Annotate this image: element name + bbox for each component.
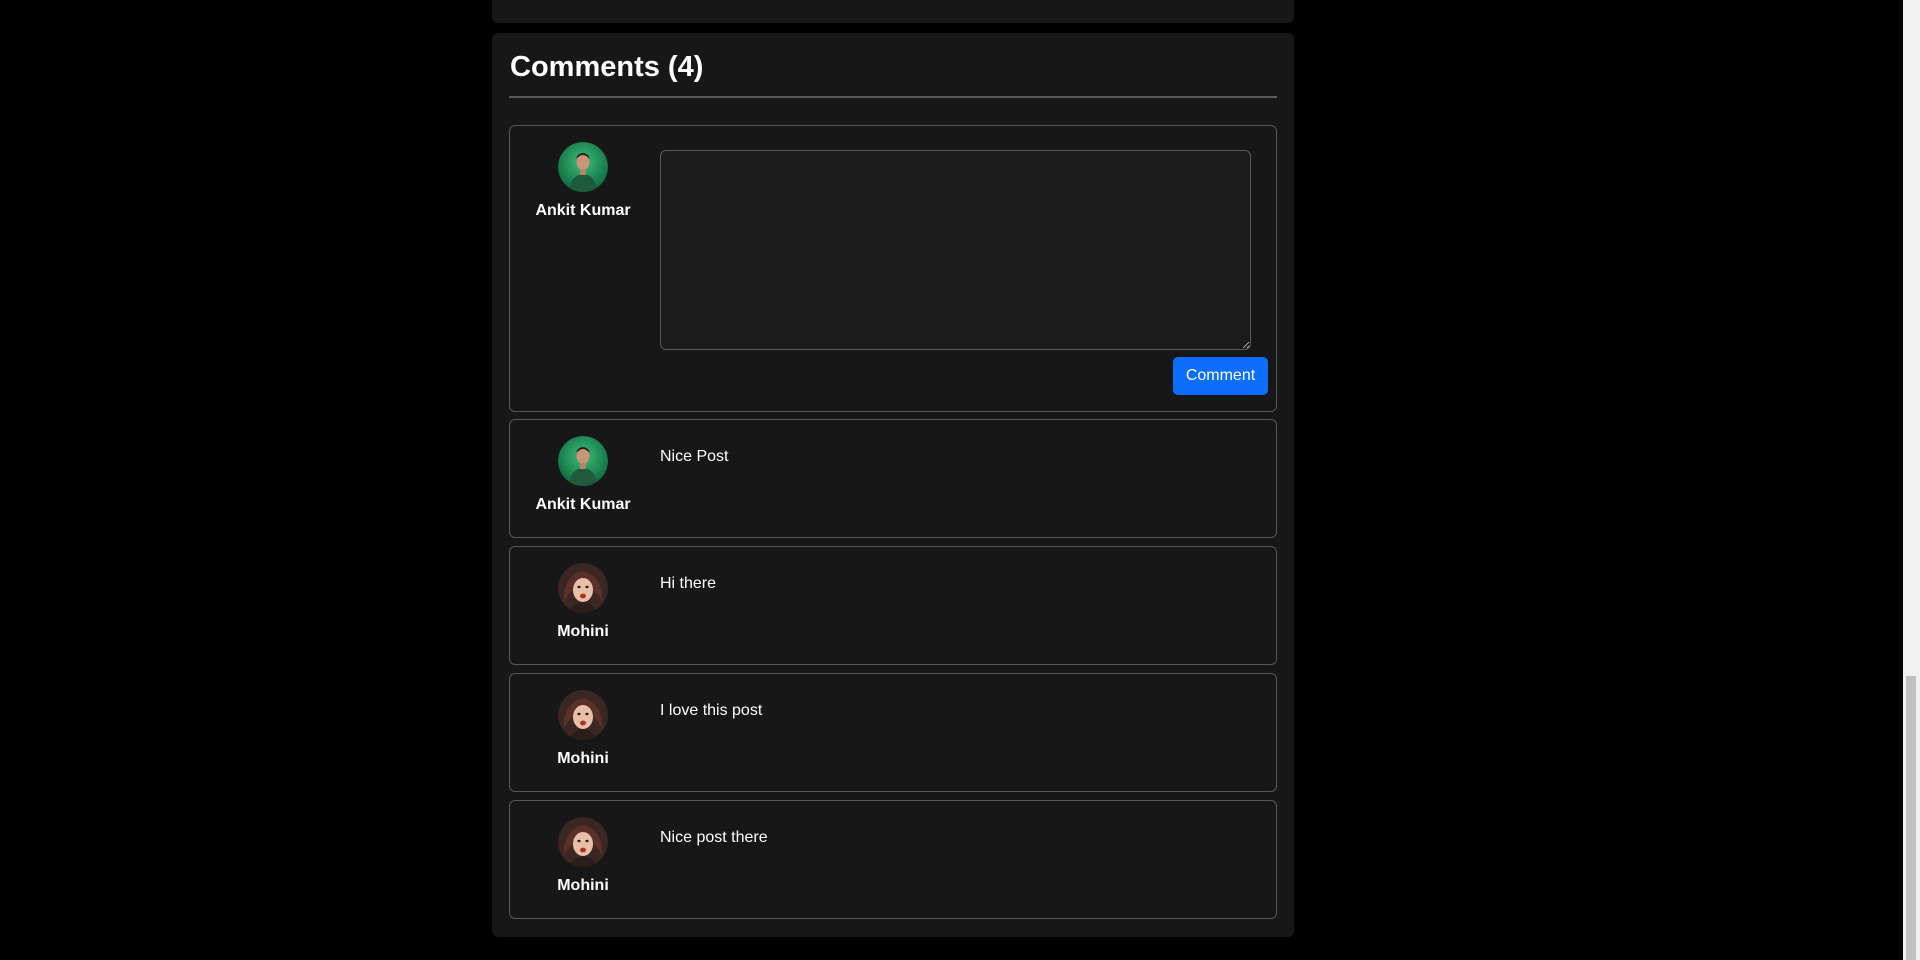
comment-textarea[interactable] <box>660 150 1251 350</box>
comment-author: Mohini <box>527 690 639 769</box>
comment-author: Ankit Kumar <box>527 436 639 515</box>
comment-item: Ankit Kumar Nice Post <box>509 419 1277 538</box>
comment-text: Nice Post <box>660 448 729 465</box>
scrollbar-thumb[interactable] <box>1906 676 1916 960</box>
avatar-mohini-icon <box>558 563 608 613</box>
comment-text: I love this post <box>660 702 763 719</box>
new-comment-form: Ankit Kumar Comment <box>509 125 1277 412</box>
author-name: Mohini <box>557 750 609 767</box>
comment-author: Mohini <box>527 817 639 896</box>
avatar-mohini-icon <box>558 817 608 867</box>
comment-item: Mohini I love this post <box>509 673 1277 792</box>
author-name: Ankit Kumar <box>535 202 631 219</box>
comment-item: Mohini Nice post there <box>509 800 1277 919</box>
avatar-ankit-icon <box>558 142 608 192</box>
author-name: Mohini <box>557 877 609 894</box>
page: Comments (4) Ankit Kumar Comment Ankit K… <box>0 0 1920 960</box>
comment-author: Ankit Kumar <box>527 142 639 221</box>
author-name: Ankit Kumar <box>535 496 631 513</box>
comments-card: Comments (4) Ankit Kumar Comment Ankit K… <box>492 33 1294 937</box>
comment-submit-button[interactable]: Comment <box>1173 357 1268 395</box>
comment-text: Nice post there <box>660 829 768 846</box>
post-card-bottom <box>492 0 1294 23</box>
avatar-mohini-icon <box>558 690 608 740</box>
avatar-ankit-icon <box>558 436 608 486</box>
divider <box>509 96 1277 98</box>
comment-item: Mohini Hi there <box>509 546 1277 665</box>
comment-text: Hi there <box>660 575 717 592</box>
comment-author: Mohini <box>527 563 639 642</box>
comments-title: Comments (4) <box>510 51 704 83</box>
author-name: Mohini <box>557 623 609 640</box>
